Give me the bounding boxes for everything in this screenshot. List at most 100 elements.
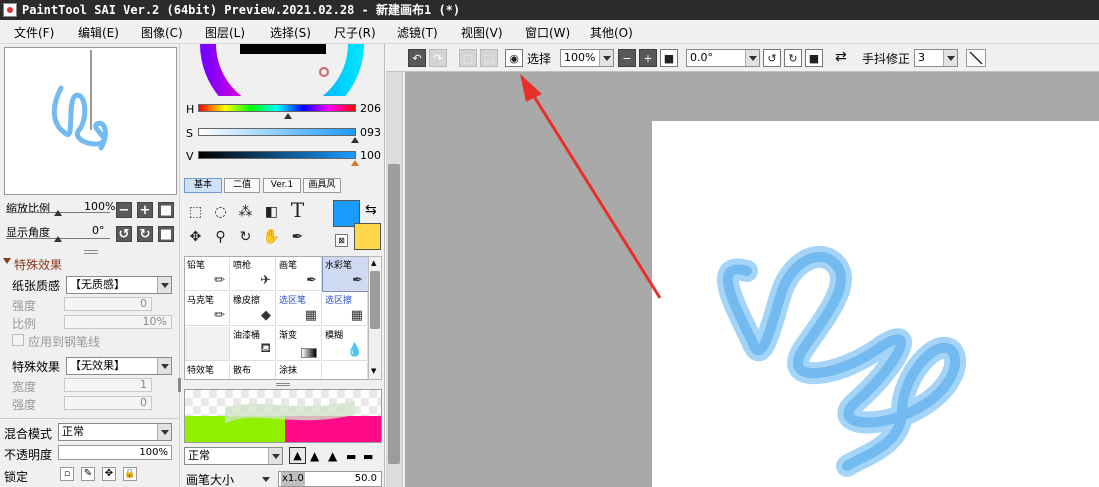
- angle-slider-handle[interactable]: [54, 236, 62, 242]
- zoom-fit-icon[interactable]: ■: [660, 49, 678, 67]
- brush-brush[interactable]: 画笔 ✒: [277, 257, 322, 291]
- hand-icon[interactable]: ✋: [261, 227, 282, 248]
- rotate-left-button[interactable]: ↺: [116, 226, 132, 242]
- lock-all-icon[interactable]: 🔒: [123, 467, 137, 481]
- apply-pen-checkbox[interactable]: [12, 334, 24, 346]
- rotate-cw-icon[interactable]: ↻: [784, 49, 802, 67]
- color-wheel[interactable]: [200, 44, 365, 96]
- rotate-right-button[interactable]: ↻: [137, 226, 153, 242]
- lock-paint-icon[interactable]: ✎: [81, 467, 95, 481]
- brush-eraser[interactable]: 橡皮擦 ◆: [231, 292, 276, 326]
- tab-ver1[interactable]: Ver.1: [263, 178, 301, 193]
- hue-slider-handle[interactable]: [284, 113, 292, 119]
- brush-effect[interactable]: 特效笔: [185, 362, 230, 379]
- tab-basic[interactable]: 基本: [184, 178, 222, 193]
- menu-layer[interactable]: 图层(L): [205, 24, 245, 41]
- paper-texture-select[interactable]: 【无质感】: [66, 276, 172, 294]
- strength-field[interactable]: 0: [64, 297, 152, 311]
- zoom-slider-handle[interactable]: [54, 210, 62, 216]
- rotate-reset-icon[interactable]: ■: [805, 49, 823, 67]
- magic-wand-icon[interactable]: ⁂: [235, 202, 256, 223]
- scroll-thumb[interactable]: [370, 271, 380, 329]
- menu-select[interactable]: 选择(S): [270, 24, 311, 41]
- brush-watercolor[interactable]: 水彩笔 ✒: [322, 257, 368, 292]
- brush-size-dropdown-icon[interactable]: [262, 477, 270, 482]
- tab-artist[interactable]: 画具风: [303, 178, 341, 193]
- menu-window[interactable]: 窗口(W): [525, 24, 570, 41]
- brush-shape-4-icon[interactable]: ▬: [346, 450, 356, 463]
- brush-shape-3-icon[interactable]: ▲: [328, 449, 337, 463]
- menu-edit[interactable]: 编辑(E): [78, 24, 119, 41]
- eyedropper-icon[interactable]: ✒: [287, 227, 308, 248]
- rotate-ccw-icon[interactable]: ↺: [763, 49, 781, 67]
- lock-transparency-icon[interactable]: ▫: [60, 467, 74, 481]
- brush-shape-5-icon[interactable]: ▬: [363, 450, 373, 463]
- rect-select-icon[interactable]: ⬚: [185, 202, 206, 223]
- menu-filter[interactable]: 滤镜(T): [397, 24, 438, 41]
- transparent-color-icon[interactable]: ⊠: [335, 234, 348, 247]
- collapse-arrow-icon[interactable]: [3, 258, 11, 264]
- menu-view[interactable]: 视图(V): [461, 24, 503, 41]
- blend-mode-select[interactable]: 正常: [58, 423, 172, 441]
- menu-ruler[interactable]: 尺子(R): [334, 24, 376, 41]
- brush-empty-2[interactable]: [323, 362, 368, 379]
- move-icon[interactable]: ✥: [185, 227, 206, 248]
- zoom-in-button[interactable]: +: [137, 202, 153, 218]
- scale-field[interactable]: 10%: [64, 315, 172, 329]
- shape-icon[interactable]: ◧: [261, 202, 282, 223]
- brush-bucket[interactable]: 油漆桶 ⛾: [231, 327, 276, 361]
- saturation-slider-handle[interactable]: [351, 137, 359, 143]
- brush-mode-select[interactable]: 正常: [184, 447, 283, 465]
- scroll-up-icon[interactable]: ▲: [371, 259, 376, 267]
- brush-select-pen[interactable]: 选区笔 ▦: [277, 292, 322, 326]
- strength2-field[interactable]: 0: [64, 396, 152, 410]
- brush-pencil[interactable]: 铅笔 ✏: [185, 257, 230, 291]
- zoom-reset-button[interactable]: ■: [158, 202, 174, 218]
- brush-airbrush[interactable]: 喷枪 ✈: [231, 257, 276, 291]
- menu-image[interactable]: 图像(C): [141, 24, 183, 41]
- width-field[interactable]: 1: [64, 378, 152, 392]
- stabilizer-select[interactable]: 3: [914, 49, 958, 67]
- rotate-icon[interactable]: ↻: [235, 227, 256, 248]
- saturation-slider[interactable]: [198, 128, 356, 136]
- effects-section-title[interactable]: 特殊效果: [14, 256, 62, 273]
- brush-scrollbar[interactable]: ▲ ▼: [368, 256, 382, 380]
- brush-blur[interactable]: 模糊 💧: [323, 327, 368, 361]
- brush-marker[interactable]: 马克笔 ✏: [185, 292, 230, 326]
- brush-shape-hard-icon[interactable]: ▲: [289, 447, 306, 464]
- brush-shape-2-icon[interactable]: ▲: [310, 449, 319, 463]
- hue-slider[interactable]: [198, 104, 356, 112]
- swap-colors-icon[interactable]: ⇆: [365, 202, 377, 218]
- side-scroll-thumb[interactable]: [388, 164, 400, 464]
- secondary-color-swatch[interactable]: [354, 223, 381, 250]
- scroll-down-icon[interactable]: ▼: [371, 367, 376, 375]
- straight-line-icon[interactable]: [966, 49, 986, 67]
- panel-splitter[interactable]: [84, 250, 98, 254]
- brush-select-eraser[interactable]: 选区擦 ▦: [323, 292, 368, 326]
- panel-splitter[interactable]: [276, 383, 290, 386]
- zoom-in-icon[interactable]: +: [639, 49, 657, 67]
- rotate-reset-button[interactable]: ■: [158, 226, 174, 242]
- flip-horizontal-icon[interactable]: ⇄: [835, 49, 847, 65]
- tab-binary[interactable]: 二值: [224, 178, 260, 193]
- zoom-out-button[interactable]: −: [116, 202, 132, 218]
- redo-icon[interactable]: ↷: [429, 49, 447, 67]
- brush-size-slider[interactable]: x1.0 50.0: [278, 471, 382, 487]
- zoom-select[interactable]: 100%: [560, 49, 614, 67]
- navigator-preview[interactable]: [4, 47, 177, 195]
- opacity-slider[interactable]: 100%: [58, 445, 172, 460]
- brush-scatter[interactable]: 散布: [231, 362, 276, 379]
- brush-empty[interactable]: [185, 327, 230, 361]
- value-slider[interactable]: [198, 151, 356, 159]
- lasso-icon[interactable]: ◌: [210, 202, 231, 223]
- zoom-icon[interactable]: ⚲: [210, 227, 231, 248]
- deselect-icon[interactable]: ⬚: [459, 49, 477, 67]
- value-slider-handle[interactable]: [351, 160, 359, 166]
- angle-select[interactable]: 0.0°: [686, 49, 760, 67]
- undo-icon[interactable]: ↶: [408, 49, 426, 67]
- brush-gradient[interactable]: 渐变: [277, 327, 322, 361]
- effect-select[interactable]: 【无效果】: [66, 357, 172, 375]
- text-icon[interactable]: T: [287, 200, 308, 221]
- lock-move-icon[interactable]: ✥: [102, 467, 116, 481]
- menu-other[interactable]: 其他(O): [590, 24, 633, 41]
